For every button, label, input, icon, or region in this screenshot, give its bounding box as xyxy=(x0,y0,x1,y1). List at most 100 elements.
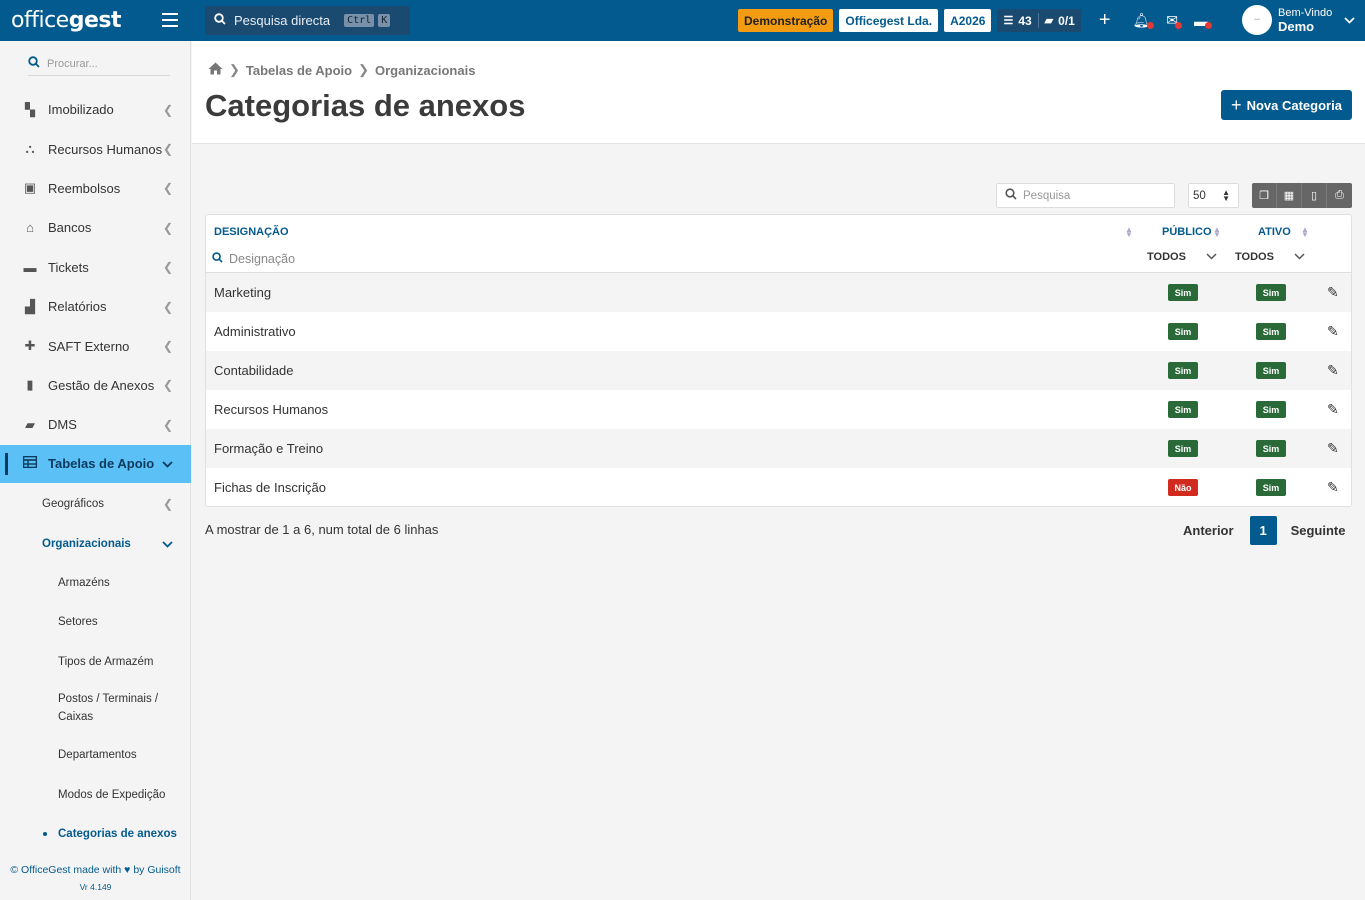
column-header-public[interactable]: PÚBLICO xyxy=(1162,226,1212,238)
sidebar-item-relatorios[interactable]: ▟ Relatórios ❮ xyxy=(0,287,191,326)
sidebar-subitem-label: Organizacionais xyxy=(42,537,131,550)
chevron-left-icon: ❮ xyxy=(162,220,173,235)
sort-icon[interactable]: ▲ ▼ xyxy=(1213,226,1221,239)
public-filter-value: TODOS xyxy=(1147,251,1186,263)
search-icon xyxy=(214,13,226,28)
edit-icon[interactable]: ✎ xyxy=(1327,401,1339,418)
briefcase-icon: ▚ xyxy=(25,101,35,117)
active-filter-select[interactable]: TODOS xyxy=(1235,251,1305,263)
sidebar-subsubitem-tipos-de-armazem[interactable]: Tipos de Armazém xyxy=(0,642,191,681)
sidebar-item-gestao-de-anexos[interactable]: ▮ Gestão de Anexos ❮ xyxy=(0,366,191,405)
previous-page-button[interactable]: Anterior xyxy=(1183,523,1234,538)
copyright-text: © OfficeGest made with xyxy=(10,864,122,876)
column-header-active[interactable]: ATIVO xyxy=(1258,226,1291,238)
new-category-label: Nova Categoria xyxy=(1246,97,1342,113)
edit-icon[interactable]: ✎ xyxy=(1327,323,1339,340)
table-row[interactable]: Contabilidade Sim Sim ✎ xyxy=(206,351,1351,390)
edit-icon[interactable]: ✎ xyxy=(1327,284,1339,301)
sidebar-subsubitem-departamentos[interactable]: Departamentos xyxy=(0,735,191,774)
sort-icon[interactable]: ▲ ▼ xyxy=(1301,226,1309,239)
active-badge: Sim xyxy=(1256,323,1286,340)
messages-envelope-icon[interactable]: ✉ xyxy=(1166,12,1183,29)
table-row[interactable]: Recursos Humanos Sim Sim ✎ xyxy=(206,390,1351,429)
document-icon: ▯ xyxy=(1310,190,1318,202)
table-header: DESIGNAÇÃO ▲ ▼ PÚBLICO ▲ ▼ ATIVO ▲ ▼ Design… xyxy=(206,215,1351,273)
table-row[interactable]: Formação e Treino Sim Sim ✎ xyxy=(206,429,1351,468)
table-row[interactable]: Administrativo Sim Sim ✎ xyxy=(206,312,1351,351)
sidebar-item-dms[interactable]: ▰ DMS ❮ xyxy=(0,405,191,444)
sidebar-item-bancos[interactable]: ⌂ Bancos ❮ xyxy=(0,208,191,247)
print-button[interactable]: ⎙ xyxy=(1327,183,1352,208)
home-icon[interactable] xyxy=(208,62,223,78)
public-badge: Sim xyxy=(1168,440,1198,457)
global-search-input[interactable]: Pesquisa directa Ctrl K xyxy=(205,6,410,35)
sidebar-subitem-organizacionais[interactable]: Organizacionais xyxy=(0,524,191,563)
table-row[interactable]: Fichas de Inscrição Não Sim ✎ xyxy=(206,468,1351,506)
designation-filter-input[interactable]: Designação xyxy=(212,252,295,266)
new-category-button[interactable]: + Nova Categoria xyxy=(1221,90,1352,120)
table-search-placeholder: Pesquisa xyxy=(1023,189,1071,202)
tasks-count: 43 xyxy=(1018,13,1032,28)
tasks-files-indicator[interactable]: ☰ 43 ▰ 0/1 xyxy=(997,9,1081,32)
sidebar-item-label: Recursos Humanos xyxy=(48,141,163,157)
category-name: Marketing xyxy=(214,285,272,300)
edit-icon[interactable]: ✎ xyxy=(1327,362,1339,379)
export-pdf-button[interactable]: ▯ xyxy=(1302,183,1327,208)
sidebar-subsubitem-postos-terminais-caixas[interactable]: Postos / Terminais / Caixas xyxy=(0,681,191,735)
chevron-down-icon xyxy=(1294,251,1305,263)
breadcrumb-item[interactable]: Organizacionais xyxy=(375,63,475,78)
search-icon xyxy=(1005,188,1017,203)
sidebar-subsubitem-armazens[interactable]: Armazéns xyxy=(0,563,191,602)
sidebar-item-imobilizado[interactable]: ▚ Imobilizado ❮ xyxy=(0,90,191,129)
category-name: Contabilidade xyxy=(214,363,294,378)
sidebar-item-tabelas-de-apoio[interactable]: Tabelas de Apoio xyxy=(0,444,191,483)
chevron-left-icon: ❮ xyxy=(162,142,173,157)
sidebar-search-placeholder: Procurar... xyxy=(47,57,98,70)
sidebar-subsubitem-modos-de-expedicao[interactable]: Modos de Expedição xyxy=(0,775,191,814)
sidebar-item-label: Tickets xyxy=(48,259,89,275)
notifications-bell-icon[interactable]: 🔔︎ xyxy=(1133,12,1155,29)
logo[interactable]: officegest xyxy=(0,0,191,41)
public-badge: Sim xyxy=(1168,284,1198,301)
copy-button[interactable]: ❐ xyxy=(1252,183,1277,208)
sidebar-item-tickets[interactable]: ▬ Tickets ❮ xyxy=(0,248,191,287)
sidebar-item-reembolsos[interactable]: ▣ Reembolsos ❮ xyxy=(0,169,191,208)
user-menu[interactable]: ▫▫▫ Bem-Vindo Demo xyxy=(1242,5,1355,35)
tickets-icon[interactable]: ▬ xyxy=(1194,13,1213,29)
category-name: Fichas de Inscrição xyxy=(214,480,326,495)
edit-icon[interactable]: ✎ xyxy=(1327,479,1339,496)
files-count: 0/1 xyxy=(1058,13,1075,28)
demo-badge[interactable]: Demonstração xyxy=(738,9,834,32)
category-name: Formação e Treino xyxy=(214,441,324,456)
sidebar-item-recursos-humanos[interactable]: ⛬ Recursos Humanos ❮ xyxy=(0,129,191,168)
export-excel-button[interactable]: ▦ xyxy=(1277,183,1302,208)
sidebar-search-input[interactable]: Procurar... xyxy=(28,52,170,76)
sidebar-item-saft-externo[interactable]: ✚ SAFT Externo ❮ xyxy=(0,326,191,365)
public-filter-select[interactable]: TODOS xyxy=(1147,251,1217,263)
active-badge: Sim xyxy=(1256,284,1286,301)
sidebar-subitem-geograficos[interactable]: Geográficos ❮ xyxy=(0,485,191,524)
edit-icon[interactable]: ✎ xyxy=(1327,440,1339,457)
sidebar-subsubitem-setores[interactable]: Setores xyxy=(0,603,191,642)
copyright-credit: by Guisoft xyxy=(133,864,181,876)
sidebar-subsubitem-categorias-de-anexos[interactable]: Categorias de anexos xyxy=(0,814,191,853)
current-page-button[interactable]: 1 xyxy=(1249,516,1277,545)
column-header-designation[interactable]: DESIGNAÇÃO xyxy=(214,226,289,238)
top-right-controls: Demonstração Officegest Lda. A2026 ☰ 43 … xyxy=(738,9,1216,32)
year-selector[interactable]: A2026 xyxy=(944,9,992,32)
chevron-left-icon: ❮ xyxy=(162,102,173,117)
table-search-input[interactable]: Pesquisa xyxy=(996,183,1175,208)
hamburger-menu-icon[interactable] xyxy=(162,13,178,27)
export-buttons: ❐ ▦ ▯ ⎙ xyxy=(1252,183,1352,208)
breadcrumb-item[interactable]: Tabelas de Apoio xyxy=(246,63,352,78)
logo-text: officegest xyxy=(11,8,121,33)
next-page-button[interactable]: Seguinte xyxy=(1291,523,1346,538)
table-row[interactable]: Marketing Sim Sim ✎ xyxy=(206,273,1351,312)
page-size-select[interactable]: 50 ▲ ▼ xyxy=(1188,183,1239,208)
company-selector[interactable]: Officegest Lda. xyxy=(839,9,939,32)
add-icon[interactable]: + xyxy=(1099,9,1111,32)
sort-icon[interactable]: ▲ ▼ xyxy=(1125,226,1133,239)
page-header: ❯ Tabelas de Apoio ❯ Organizacionais Cat… xyxy=(192,41,1365,144)
folder-icon: ▰ xyxy=(1044,15,1054,27)
avatar: ▫▫▫ xyxy=(1242,5,1272,35)
